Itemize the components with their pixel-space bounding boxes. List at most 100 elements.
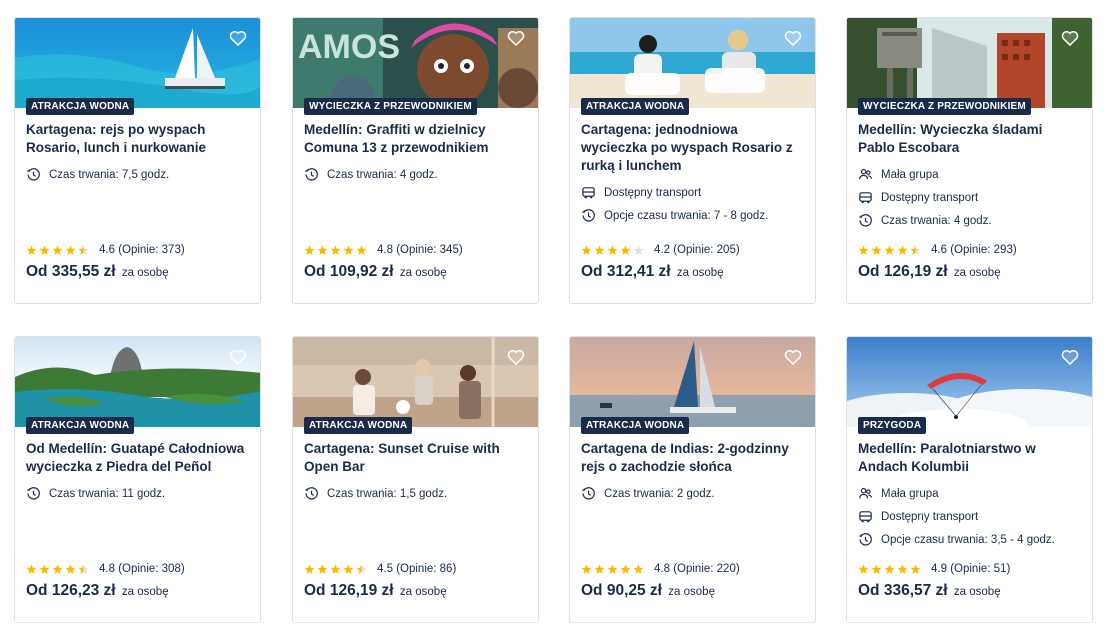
star-icon xyxy=(858,564,870,575)
star-icon xyxy=(910,245,922,256)
card-feature: Dostępny transport xyxy=(858,186,1081,209)
card-image[interactable]: AMOS xyxy=(293,18,538,108)
heart-icon[interactable] xyxy=(227,346,249,368)
card-image[interactable] xyxy=(570,18,815,108)
rating-stars xyxy=(304,245,369,256)
price-unit: za osobę xyxy=(953,267,1001,279)
card-title[interactable]: Od Medellín: Guatapé Całodniowa wycieczk… xyxy=(26,440,249,476)
review-count: (Opinie: 373) xyxy=(118,244,185,256)
card-feature: Dostępny transport xyxy=(858,505,1081,528)
activity-card[interactable]: ATRAKCJA WODNA Cartagena: jednodniowa wyc… xyxy=(569,17,816,304)
price-value: Od 90,25 zł xyxy=(581,582,662,599)
feature-text: Czas trwania: 7,5 godz. xyxy=(49,168,170,181)
star-icon xyxy=(26,564,38,575)
rating: 4.8 (Opinie: 345) xyxy=(304,241,527,259)
activity-card[interactable]: ATRAKCJA WODNA Cartagena de Indias: 2-god… xyxy=(569,336,816,623)
card-feature: Opcje czasu trwania: 3,5 - 4 godz. xyxy=(858,528,1081,551)
price-value: Od 126,23 zł xyxy=(26,582,116,599)
rating-stars xyxy=(858,245,923,256)
feature-text: Mała grupa xyxy=(881,168,939,181)
heart-icon[interactable] xyxy=(227,27,249,49)
card-feature: Czas trwania: 4 godz. xyxy=(304,163,527,186)
activity-card[interactable]: WYCIECZKA Z PRZEWODNIKIEM Medellín: Wycie… xyxy=(846,17,1093,304)
card-title[interactable]: Kartagena: rejs po wyspach Rosario, lunc… xyxy=(26,121,249,157)
rating: 4.6 (Opinie: 293) xyxy=(858,241,1081,259)
card-image[interactable] xyxy=(293,337,538,427)
category-badge: WYCIECZKA Z PRZEWODNIKIEM xyxy=(304,98,477,115)
card-feature: Czas trwania: 1,5 godz. xyxy=(304,482,527,505)
activity-card[interactable]: ATRAKCJA WODNA Cartagena: Sunset Cruise w… xyxy=(292,336,539,623)
feature-text: Czas trwania: 4 godz. xyxy=(327,168,438,181)
heart-icon[interactable] xyxy=(1059,346,1081,368)
activity-card[interactable]: ATRAKCJA WODNA Kartagena: rejs po wyspach… xyxy=(14,17,261,304)
feature-text: Czas trwania: 4 godz. xyxy=(881,214,992,227)
price-value: Od 109,92 zł xyxy=(304,263,394,280)
star-icon xyxy=(52,564,64,575)
clock-icon xyxy=(26,486,41,501)
rating: 4.2 (Opinie: 205) xyxy=(581,241,804,259)
category-badge: ATRAKCJA WODNA xyxy=(581,417,690,434)
clock-icon xyxy=(858,213,873,228)
rating-value: 4.6 xyxy=(931,244,947,256)
rating-stars xyxy=(304,564,369,575)
activity-card[interactable]: AMOS WYCIECZKA Z PRZEWODNIKIEM Medellín: G… xyxy=(292,17,539,304)
review-count: (Opinie: 308) xyxy=(118,563,185,575)
price-unit: za osobę xyxy=(668,586,715,598)
feature-text: Czas trwania: 1,5 godz. xyxy=(327,487,448,500)
star-icon xyxy=(78,245,90,256)
star-icon xyxy=(884,564,896,575)
heart-icon[interactable] xyxy=(1059,27,1081,49)
card-feature: Czas trwania: 4 godz. xyxy=(858,209,1081,232)
category-badge: ATRAKCJA WODNA xyxy=(26,98,135,115)
activity-card[interactable]: PRZYGODA Medellín: Paralotniarstwo w Anda… xyxy=(846,336,1093,623)
card-title[interactable]: Cartagena: jednodniowa wycieczka po wysp… xyxy=(581,121,804,175)
card-title[interactable]: Medellín: Graffiti w dzielnicy Comuna 13… xyxy=(304,121,527,157)
star-icon xyxy=(594,564,606,575)
heart-icon[interactable] xyxy=(505,27,527,49)
rating-value: 4.6 xyxy=(99,244,115,256)
rating-stars xyxy=(858,564,923,575)
card-title[interactable]: Cartagena de Indias: 2-godzinny rejs o z… xyxy=(581,440,804,476)
card-image[interactable] xyxy=(847,18,1092,108)
activity-card[interactable]: ATRAKCJA WODNA Od Medellín: Guatapé Całod… xyxy=(14,336,261,623)
rating-stars xyxy=(26,245,91,256)
rating: 4.9 (Opinie: 51) xyxy=(858,560,1081,578)
feature-text: Dostępny transport xyxy=(604,186,702,199)
card-feature: Czas trwania: 11 godz. xyxy=(26,482,249,505)
card-title[interactable]: Medellín: Wycieczka śladami Pablo Escoba… xyxy=(858,121,1081,157)
star-icon xyxy=(871,564,883,575)
rating-value: 4.8 xyxy=(377,244,393,256)
feature-text: Czas trwania: 11 godz. xyxy=(49,487,166,500)
feature-text: Mała grupa xyxy=(881,487,939,500)
card-title[interactable]: Medellín: Paralotniarstwo w Andach Kolum… xyxy=(858,440,1081,476)
star-icon xyxy=(330,564,342,575)
heart-icon[interactable] xyxy=(782,27,804,49)
card-image[interactable] xyxy=(847,337,1092,427)
star-icon xyxy=(65,245,77,256)
rating: 4.8 (Opinie: 308) xyxy=(26,560,249,578)
rating-value: 4.9 xyxy=(931,563,947,575)
price-unit: za osobę xyxy=(121,586,169,598)
card-image[interactable] xyxy=(15,337,260,427)
price-unit: za osobę xyxy=(399,586,447,598)
card-image[interactable] xyxy=(570,337,815,427)
category-badge: ATRAKCJA WODNA xyxy=(304,417,413,434)
card-title[interactable]: Cartagena: Sunset Cruise with Open Bar xyxy=(304,440,527,476)
card-feature: Czas trwania: 7,5 godz. xyxy=(26,163,249,186)
review-count: (Opinie: 51) xyxy=(950,563,1011,575)
price-value: Od 335,55 zł xyxy=(26,263,116,280)
review-count: (Opinie: 345) xyxy=(396,244,463,256)
rating-stars xyxy=(581,245,646,256)
star-icon xyxy=(897,245,909,256)
star-icon xyxy=(52,245,64,256)
heart-icon[interactable] xyxy=(782,346,804,368)
price-unit: za osobę xyxy=(953,586,1001,598)
card-image[interactable] xyxy=(15,18,260,108)
star-icon xyxy=(304,245,316,256)
clock-icon xyxy=(581,486,596,501)
heart-icon[interactable] xyxy=(505,346,527,368)
clock-icon xyxy=(581,208,596,223)
star-icon xyxy=(581,245,593,256)
star-icon xyxy=(897,564,909,575)
rating-stars xyxy=(581,564,646,575)
